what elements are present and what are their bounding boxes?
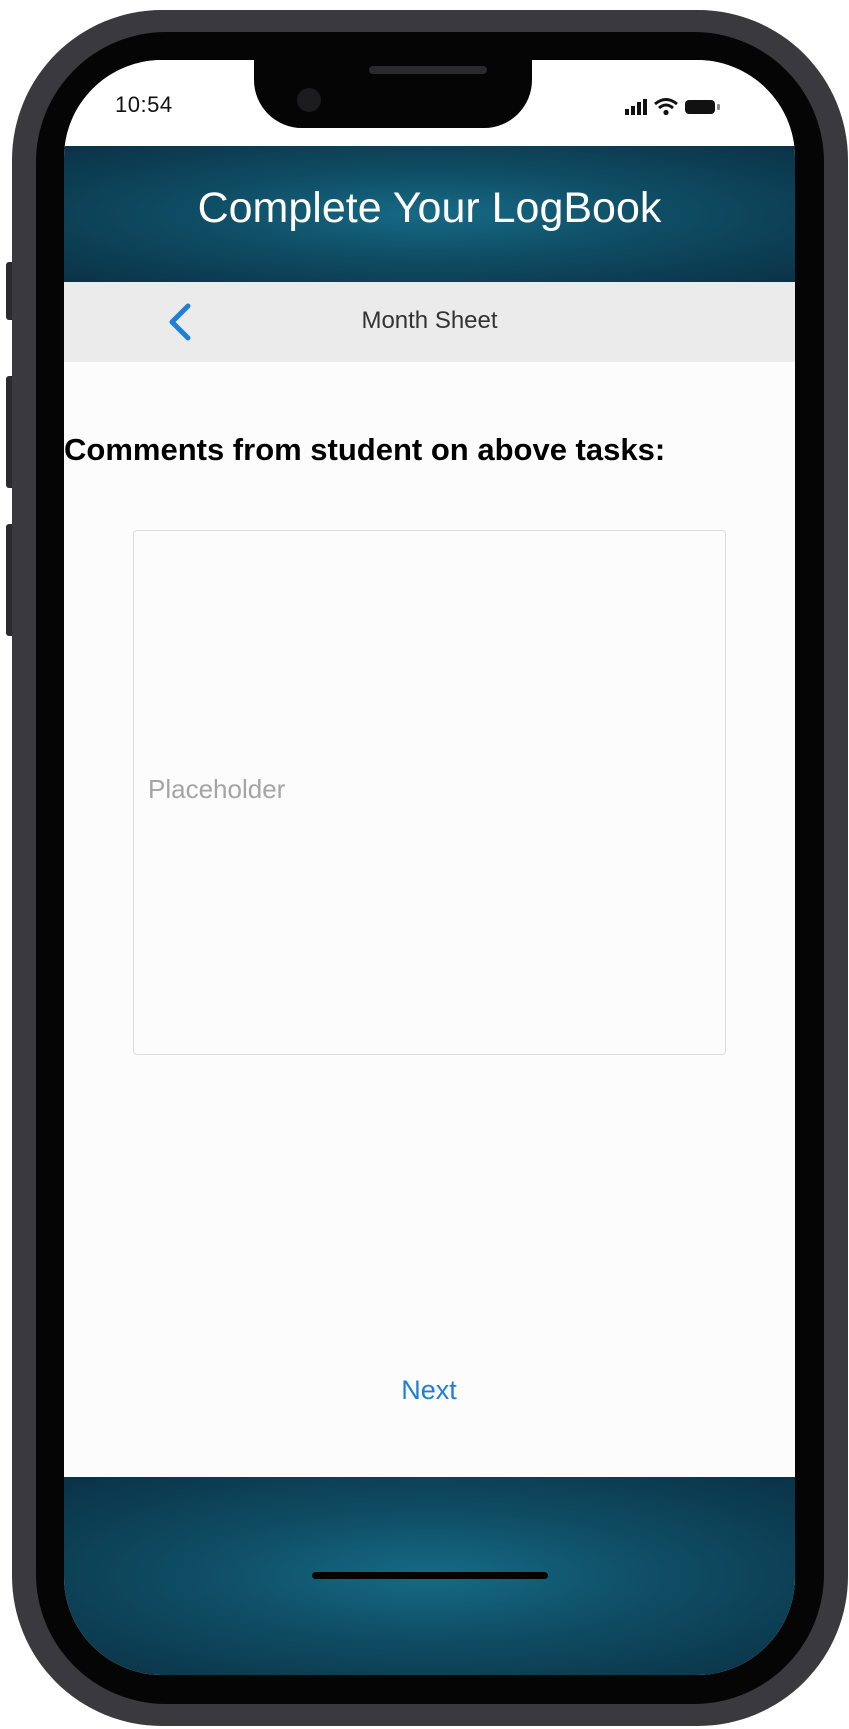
comments-heading: Comments from student on above tasks:	[64, 432, 666, 467]
battery-icon	[685, 100, 720, 114]
wifi-icon	[654, 98, 678, 116]
page-title: Complete Your LogBook	[197, 184, 662, 232]
home-indicator[interactable]	[312, 1572, 548, 1579]
app-header: Complete Your LogBook	[64, 146, 795, 282]
status-time: 10:54	[115, 92, 173, 117]
phone-frame: 10:54 Complete Your LogBook Month Sheet …	[12, 10, 848, 1726]
next-button[interactable]: Next	[329, 1365, 529, 1415]
nav-title: Month Sheet	[361, 307, 498, 334]
status-icons	[625, 98, 720, 116]
comments-textarea[interactable]	[133, 530, 726, 1055]
device-mockup: 10:54 Complete Your LogBook Month Sheet …	[0, 0, 849, 1729]
signal-icon	[625, 99, 647, 115]
phone-bezel: 10:54 Complete Your LogBook Month Sheet …	[36, 32, 824, 1704]
navigation-bar: Month Sheet	[64, 282, 795, 362]
speaker-grille	[369, 66, 487, 74]
front-camera	[297, 88, 321, 112]
app-screen: 10:54 Complete Your LogBook Month Sheet …	[64, 60, 795, 1675]
